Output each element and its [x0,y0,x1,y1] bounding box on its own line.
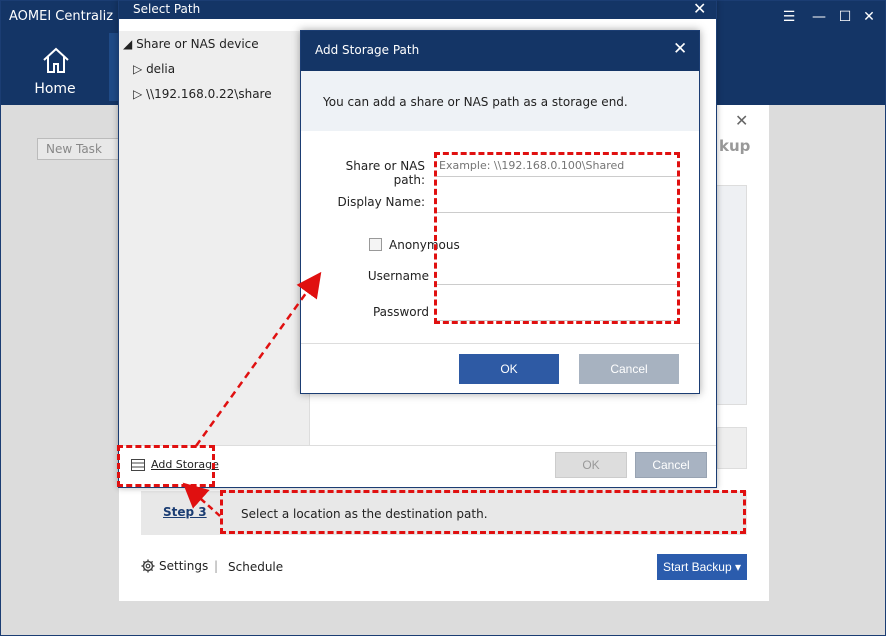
arrow-to-add-storage [182,482,221,517]
arrow-to-dialog [194,271,322,447]
annotation-arrows [182,271,322,517]
